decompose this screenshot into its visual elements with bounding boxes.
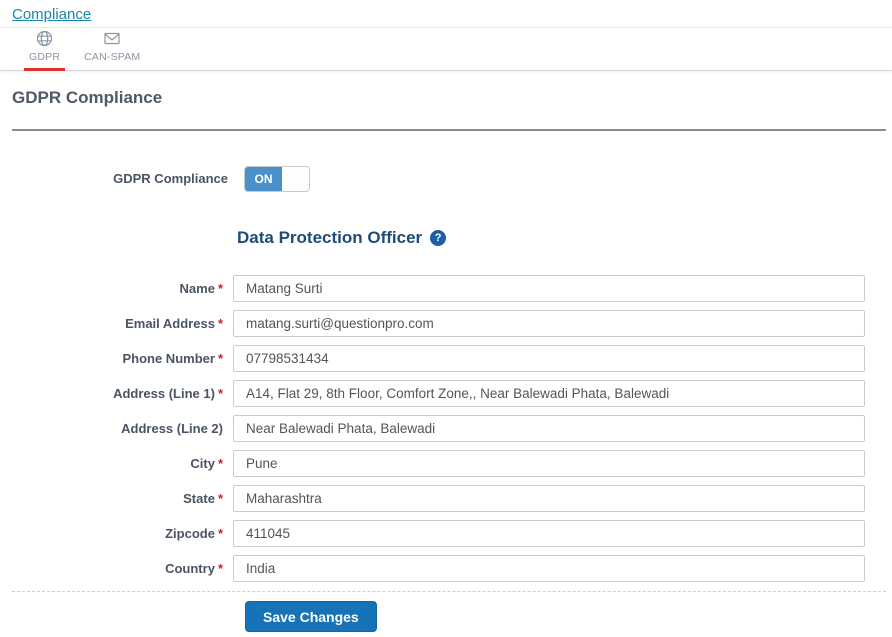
tab-can-spam[interactable]: CAN-SPAM [79, 27, 145, 71]
required-asterisk: * [217, 456, 223, 471]
field-label: State [183, 491, 215, 506]
tab-gdpr[interactable]: GDPR [24, 27, 66, 71]
breadcrumb-compliance-link[interactable]: Compliance [12, 6, 91, 23]
field-row-city: City * [0, 450, 892, 477]
required-asterisk: * [217, 491, 223, 506]
input-city[interactable] [233, 450, 865, 477]
tab-can-spam-label: CAN-SPAM [84, 51, 141, 63]
input-address-line-1[interactable] [233, 380, 865, 407]
required-asterisk: * [217, 526, 223, 541]
field-row-zipcode: Zipcode * [0, 520, 892, 547]
help-icon[interactable]: ? [430, 230, 447, 246]
input-state[interactable] [233, 485, 865, 512]
dpo-form: Name* Email Address* Phone Number* Addre… [0, 275, 892, 582]
field-label: Country [165, 561, 215, 576]
input-country[interactable] [233, 555, 865, 582]
dpo-section-heading: Data Protection Officer ? [237, 228, 892, 248]
save-row: Save Changes [245, 601, 892, 632]
gdpr-toggle-row: GDPR Compliance ON [0, 165, 892, 192]
field-label: Address (Line 2) [121, 421, 223, 436]
field-label: Name [179, 281, 215, 296]
input-phone-number[interactable] [233, 345, 865, 372]
envelope-icon [102, 29, 122, 48]
toggle-on-segment: ON [245, 166, 282, 191]
required-asterisk: * [217, 281, 223, 296]
field-label: City [190, 456, 215, 471]
field-label: Address (Line 1) [113, 386, 215, 401]
field-label: Zipcode [165, 526, 215, 541]
required-asterisk: * [217, 316, 223, 331]
required-asterisk: * [217, 386, 223, 401]
input-address-line-2[interactable] [233, 415, 865, 442]
form-footer-divider [12, 591, 886, 592]
dpo-section-title: Data Protection Officer [237, 228, 423, 247]
field-row-address-line-2: Address (Line 2) [0, 415, 892, 442]
breadcrumb: Compliance [0, 0, 892, 28]
gdpr-toggle-label: GDPR Compliance [113, 171, 228, 186]
input-name[interactable] [233, 275, 865, 302]
required-asterisk: * [217, 351, 223, 366]
gdpr-compliance-toggle[interactable]: ON [244, 165, 310, 192]
input-zipcode[interactable] [233, 520, 865, 547]
field-row-phone-number: Phone Number * [0, 345, 892, 372]
input-email-address[interactable] [233, 310, 865, 337]
tab-gdpr-label: GDPR [29, 51, 61, 63]
required-asterisk: * [217, 561, 223, 576]
save-changes-button[interactable]: Save Changes [245, 601, 377, 632]
field-row-country: Country * [0, 555, 892, 582]
field-row-name: Name * [0, 275, 892, 302]
field-label: Phone Number [122, 351, 215, 366]
title-divider [12, 129, 886, 131]
page-title: GDPR Compliance [12, 88, 163, 107]
tab-bar: GDPR CAN-SPAM [0, 28, 892, 71]
toggle-off-segment [282, 166, 309, 191]
field-row-address-line-1: Address (Line 1) * [0, 380, 892, 407]
field-row-state: State * [0, 485, 892, 512]
gdpr-globe-icon [35, 29, 54, 48]
field-label: Email Address [125, 316, 215, 331]
field-row-email-address: Email Address * [0, 310, 892, 337]
